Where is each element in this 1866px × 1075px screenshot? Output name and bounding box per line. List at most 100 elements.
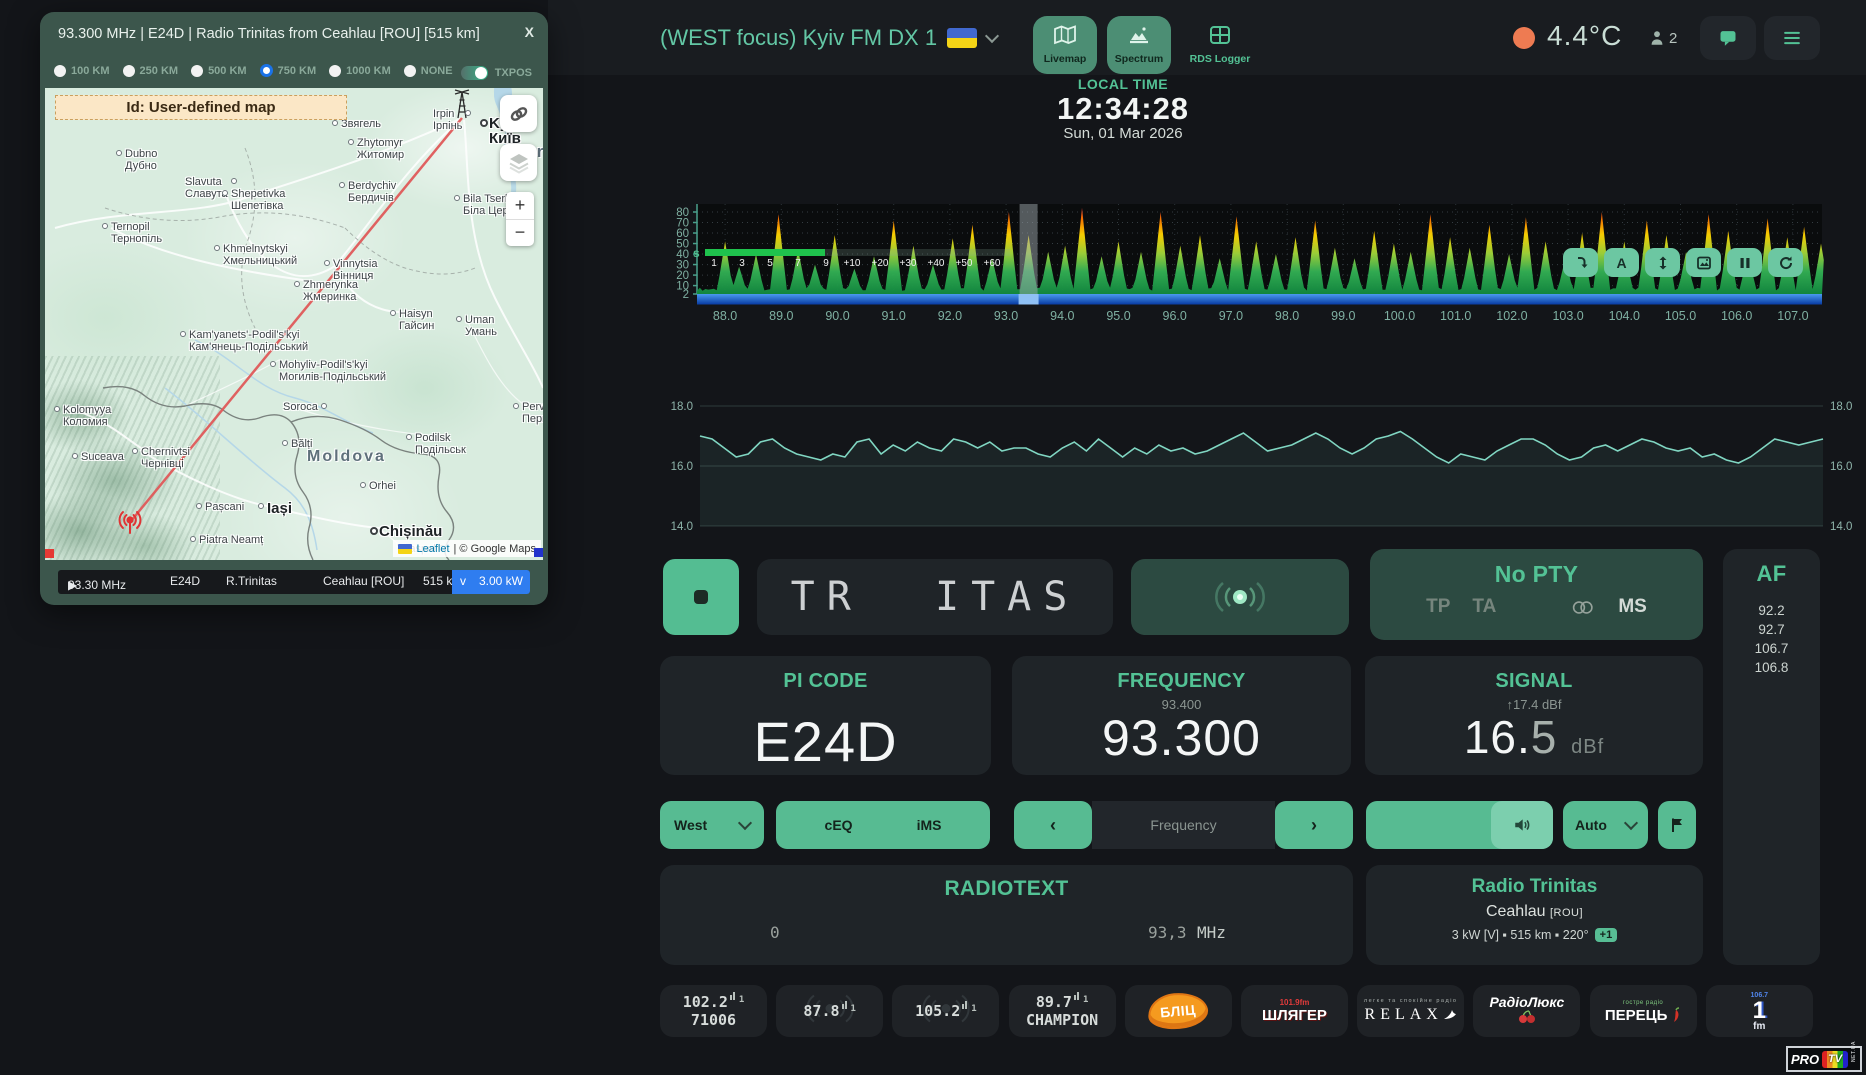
preset-button[interactable]: 102.2171006 (660, 985, 767, 1037)
range-option-500km[interactable]: 500 KM (191, 65, 247, 77)
city-label-line: Vinnytsia (333, 258, 377, 270)
range-option-100km[interactable]: 100 KM (54, 65, 110, 77)
radio-icon[interactable] (404, 65, 416, 77)
preset-button[interactable]: БЛІЦ (1125, 985, 1232, 1037)
radio-icon[interactable] (329, 65, 341, 77)
pty-value: No PTY (1370, 561, 1703, 588)
spectrum-graph-mode-button[interactable] (1686, 248, 1721, 277)
map-zoom-control: + − (506, 192, 534, 246)
s-meter-ticks: 13579+10+20+30+40+50+60 (705, 258, 1010, 270)
local-time-value: 12:34:28 (1013, 92, 1233, 125)
range-option-label: 750 KM (278, 65, 317, 77)
stereo-indicator-button[interactable] (663, 559, 739, 635)
spectrum-pause-button[interactable] (1727, 248, 1762, 277)
af-value[interactable]: 106.8 (1723, 658, 1820, 677)
range-option-250km[interactable]: 250 KM (123, 65, 179, 77)
flag-button[interactable] (1658, 801, 1696, 849)
frequency-value[interactable]: 93.300 (1012, 713, 1351, 763)
map-link-button[interactable] (500, 95, 537, 132)
preset-frequency: 102.21 (683, 993, 745, 1011)
svg-text:95.0: 95.0 (1106, 309, 1130, 323)
map-layers-button[interactable] (500, 144, 537, 181)
protv-logo[interactable]: PRO TV NET.UA (1786, 1046, 1862, 1072)
one-fm-logo: 1 (1753, 1000, 1766, 1022)
station-location: Ceahlau [ROU] (1486, 903, 1583, 921)
audio-play-button[interactable] (1131, 559, 1349, 635)
range-option-none[interactable]: NONE (404, 65, 453, 77)
status-pi: E24D (170, 574, 200, 588)
svg-text:102.0: 102.0 (1496, 309, 1527, 323)
svg-text:90.0: 90.0 (825, 309, 849, 323)
chevron-down-icon (985, 28, 999, 42)
chat-button[interactable] (1700, 16, 1756, 60)
preset-button[interactable]: 101.9fmШЛЯГЕР (1241, 985, 1348, 1037)
spectrum-peak-hold-button[interactable] (1563, 248, 1598, 277)
frequency-up-button[interactable]: › (1275, 801, 1353, 849)
spectrum-analyzer[interactable]: s 13579+10+20+30+40+50+60 A 807060504030… (655, 198, 1840, 333)
status-ps: R.Trinitas (226, 574, 277, 588)
radio-icon[interactable] (54, 65, 66, 77)
spectrum-autoscale-button[interactable]: A (1604, 248, 1639, 277)
frequency-input[interactable]: Frequency (1092, 801, 1275, 849)
preset-button[interactable]: 106.71fm (1706, 985, 1813, 1037)
range-option-label: 500 KM (208, 65, 247, 77)
leaflet-link[interactable]: Leaflet (416, 543, 449, 555)
preset-button[interactable]: РадіоЛюкс (1473, 985, 1580, 1037)
volume-slider[interactable] (1366, 801, 1553, 849)
city-dot (222, 190, 228, 196)
af-value[interactable]: 92.7 (1723, 620, 1820, 639)
eq-ims-toggle[interactable]: cEQ iMS (776, 801, 990, 849)
local-date: Sun, 01 Mar 2026 (1013, 125, 1233, 142)
city-dot (72, 453, 78, 459)
ukraine-flag-icon (398, 544, 412, 554)
nav-rds-logger-button[interactable]: RDS Logger (1181, 16, 1259, 74)
radio-icon[interactable] (191, 65, 203, 77)
preset-button[interactable]: 87.81 (776, 985, 883, 1037)
preset-button[interactable]: 89.71CHAMPION (1009, 985, 1116, 1037)
menu-button[interactable] (1764, 16, 1820, 60)
city-label: Kam'yanets'-Podil's'kyiКам'янець-Подільс… (189, 329, 308, 353)
nav-spectrum-button[interactable]: Spectrum (1107, 16, 1171, 74)
zoom-in-button[interactable]: + (506, 192, 534, 220)
svg-text:107.0: 107.0 (1777, 309, 1808, 323)
range-option-label: NONE (421, 65, 453, 77)
preset-button[interactable]: 105.21 (892, 985, 999, 1037)
close-icon[interactable]: X (525, 24, 534, 40)
ims-label[interactable]: iMS (917, 817, 942, 833)
frequency-panel: FREQUENCY 93.400 93.300 (1012, 656, 1351, 775)
antenna-value: West (674, 817, 707, 833)
frequency-down-button[interactable]: ‹ (1014, 801, 1092, 849)
city-dot (348, 139, 354, 145)
zoom-out-button[interactable]: − (506, 220, 534, 247)
s-meter-tick: 5 (767, 258, 773, 269)
leaflet-map[interactable]: Id: User-defined map LutskЗвягельDubnoДу… (45, 88, 543, 560)
cherries-icon (1514, 1010, 1540, 1029)
spectrum-vertical-scale-button[interactable] (1645, 248, 1680, 277)
city-label-line: Haisyn (399, 308, 434, 320)
city-label-line: Mohyliv-Podil's'kyi (279, 359, 386, 371)
af-value[interactable]: 92.2 (1723, 601, 1820, 620)
preset-button[interactable]: гостре радіоПЕРЕЦЬ (1590, 985, 1697, 1037)
txpos-toggle[interactable] (461, 66, 488, 80)
range-option-1000km[interactable]: 1000 KM (329, 65, 391, 77)
tuner-select[interactable]: (WEST focus) Kyiv FM DX 1 (660, 15, 997, 60)
one-fm-sub: fm (1753, 1022, 1765, 1031)
antenna-select[interactable]: West (660, 801, 764, 849)
radio-icon[interactable] (260, 64, 273, 77)
radio-icon[interactable] (123, 65, 135, 77)
af-value[interactable]: 106.7 (1723, 639, 1820, 658)
city-label-line: Piatra Neamț (199, 534, 263, 546)
radiotext-label: RADIOTEXT (660, 877, 1353, 901)
spectrum-refresh-button[interactable] (1768, 248, 1803, 277)
auto-mode-select[interactable]: Auto (1563, 801, 1648, 849)
range-option-750km[interactable]: 750 KM (260, 64, 317, 77)
ceq-label[interactable]: cEQ (825, 817, 853, 833)
city-label: Звягель (341, 118, 381, 130)
preset-button[interactable]: легке та спокійне радіоRELAX (1357, 985, 1464, 1037)
city-dot (196, 503, 202, 509)
nav-livemap-button[interactable]: Livemap (1033, 16, 1097, 74)
svg-text:2: 2 (683, 289, 689, 301)
volume-handle[interactable] (1491, 801, 1553, 849)
station-name: Radio Trinitas (1472, 876, 1598, 898)
station-extra-badge[interactable]: +1 (1595, 928, 1618, 942)
